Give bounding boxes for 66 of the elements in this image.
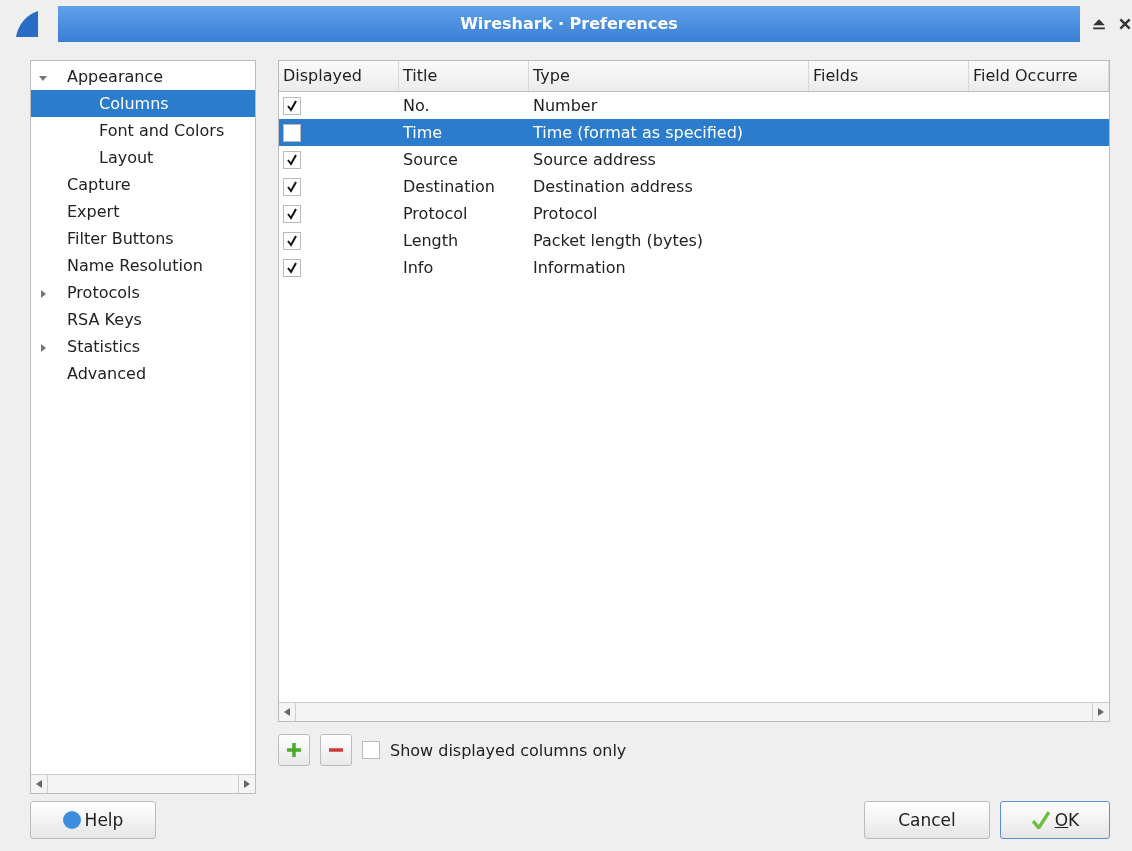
checkbox[interactable] [283,259,301,278]
checkbox[interactable] [283,97,301,116]
tree-item[interactable]: Expert [31,198,255,225]
tree-item[interactable]: Appearance [31,63,255,90]
scroll-right-icon[interactable] [1098,708,1104,716]
table-cell: Protocol [533,204,598,223]
table-cell: Length [403,231,459,250]
table-row[interactable]: No. Number [279,92,1109,119]
horizontal-scrollbar[interactable] [31,774,255,793]
table-row[interactable]: Protocol Protocol [279,200,1109,227]
table-cell: Destination [403,177,495,196]
tree-item[interactable]: Font and Colors [31,117,255,144]
column-header[interactable]: Displayed [279,61,399,91]
remove-button[interactable] [320,734,352,766]
eject-icon[interactable] [1092,17,1106,31]
ok-button[interactable]: OK [1000,801,1110,839]
table-cell: Source [403,150,458,169]
tree-item[interactable]: Name Resolution [31,252,255,279]
checkbox[interactable] [283,124,301,143]
scroll-left-icon[interactable] [284,708,290,716]
horizontal-scrollbar[interactable] [279,702,1109,721]
checkbox[interactable] [283,205,301,224]
table-cell: No. [403,96,430,115]
tree-item[interactable]: Statistics [31,333,255,360]
tree-item[interactable]: Advanced [31,360,255,387]
table-row[interactable]: Info Information [279,254,1109,281]
checkmark-icon [1030,811,1051,829]
checkbox-label: Show displayed columns only [390,740,627,760]
checkbox[interactable] [283,178,301,197]
scroll-left-icon[interactable] [36,780,42,788]
table-cell: Information [533,258,626,277]
table-row[interactable]: Time Time (format as specified) [279,119,1109,146]
table-cell: Destination address [533,177,693,196]
tree-item[interactable]: Capture [31,171,255,198]
column-header[interactable]: Field Occurre [969,61,1109,91]
window-title: Wireshark · Preferences [58,6,1080,42]
table-row[interactable]: Source Source address [279,146,1109,173]
table-cell: Time [403,123,443,142]
column-header[interactable]: Title [399,61,529,91]
column-header[interactable]: Fields [809,61,969,91]
checkbox[interactable] [362,741,380,759]
table-cell: Info [403,258,434,277]
table-row[interactable]: Length Packet length (bytes) [279,227,1109,254]
checkbox[interactable] [283,151,301,170]
scroll-right-icon[interactable] [244,780,250,788]
help-button[interactable]: Help [30,801,156,839]
close-icon[interactable] [1118,17,1132,31]
tree-item[interactable]: Filter Buttons [31,225,255,252]
table-row[interactable]: Destination Destination address [279,173,1109,200]
expander-icon[interactable] [39,344,47,352]
table-cell: Time (format as specified) [533,123,744,142]
table-cell: Packet length (bytes) [533,231,704,250]
tree-item[interactable]: RSA Keys [31,306,255,333]
tree-item[interactable]: Protocols [31,279,255,306]
cancel-button[interactable]: Cancel [864,801,990,839]
expander-icon[interactable] [39,290,47,298]
tree-item[interactable]: Layout [31,144,255,171]
expander-icon[interactable] [39,74,47,82]
table-cell: Protocol [403,204,468,223]
add-button[interactable] [278,734,310,766]
checkbox[interactable] [283,232,301,251]
table-cell: Number [533,96,598,115]
column-header[interactable]: Type [529,61,809,91]
plus-icon [287,743,301,757]
tree-item[interactable]: Columns [31,90,255,117]
table-cell: Source address [533,150,656,169]
